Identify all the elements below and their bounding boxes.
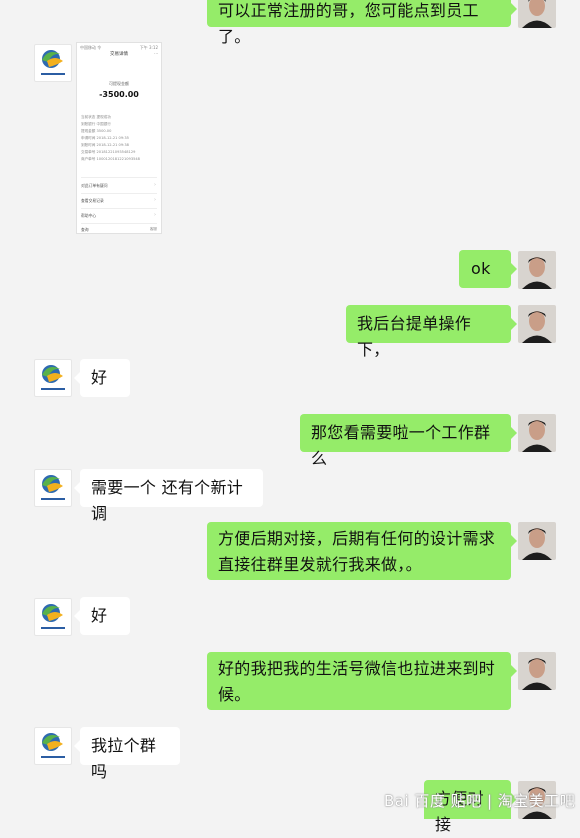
screenshot-title: 交易详情 <box>110 52 128 57</box>
divider <box>81 177 157 178</box>
user-avatar[interactable] <box>518 652 556 690</box>
message-bubble[interactable]: 可以正常注册的哥，您可能点到员工了。 <box>207 0 517 46</box>
contact-avatar[interactable] <box>34 727 72 765</box>
divider <box>81 223 157 224</box>
detail-row: 提现金额 3500.00 <box>81 129 112 133</box>
detail-row: 申请时间 2018-12-21 09:35 <box>81 136 129 140</box>
user-avatar[interactable] <box>518 522 556 560</box>
message-bubble[interactable]: 那您看需要啦一个工作群么 <box>300 414 517 468</box>
link-row: 对此订单有疑问 <box>81 183 108 188</box>
user-avatar[interactable] <box>518 305 556 343</box>
user-avatar[interactable] <box>518 0 556 28</box>
divider <box>81 193 157 194</box>
detail-row: 当前状态 提现成功 <box>81 115 111 119</box>
contact-avatar[interactable] <box>34 359 72 397</box>
divider <box>81 208 157 209</box>
contact-avatar[interactable] <box>34 598 72 636</box>
message-bubble[interactable]: 方便后期对接，后期有任何的设计需求直接往群里发就行我来做，。 <box>207 522 517 580</box>
footer-left: 查询 <box>81 227 89 232</box>
contact-avatar[interactable] <box>34 469 72 507</box>
message-bubble[interactable]: 好的我把我的生活号微信也拉进来到时候。 <box>207 652 517 710</box>
chat-window: 可以正常注册的哥，您可能点到员工了。 中国移动 令 下午 3:12 交易详情 ·… <box>0 0 580 834</box>
message-bubble[interactable]: 我后台提单操作下， <box>346 305 517 359</box>
footer-right: 客服 <box>149 227 157 231</box>
message-bubble[interactable]: 好 <box>74 359 130 397</box>
more-icon: ··· <box>154 51 158 56</box>
user-avatar[interactable] <box>518 414 556 452</box>
user-avatar[interactable] <box>518 251 556 289</box>
amount-label: 可提现金额 <box>109 81 129 86</box>
screenshot-subtitle <box>77 69 161 74</box>
chevron-right-icon: › <box>154 212 156 218</box>
watermark-text: Bai 百度 贴吧 | 淘宝美工吧 <box>384 792 576 810</box>
chevron-right-icon: › <box>154 182 156 188</box>
message-bubble[interactable]: 好 <box>74 597 130 635</box>
detail-row: 到账时间 2018-12-21 09:38 <box>81 143 129 147</box>
shared-screenshot-image[interactable]: 中国移动 令 下午 3:12 交易详情 ··· 可提现金额 -3500.00 当… <box>76 42 162 234</box>
amount-value: -3500.00 <box>99 90 139 99</box>
detail-row: 商户单号 1000120181221093548 <box>81 157 140 161</box>
link-row: 帮助中心 <box>81 213 97 218</box>
contact-avatar[interactable] <box>34 44 72 82</box>
link-row: 查看交易记录 <box>81 198 104 203</box>
detail-row: 到账银行 中国银行 <box>81 122 111 126</box>
message-bubble[interactable]: 需要一个 还有个新计调 <box>74 469 263 523</box>
message-bubble[interactable]: 我拉个群吗 <box>74 727 180 781</box>
detail-row: 交易单号 20181221093548129 <box>81 150 136 154</box>
message-bubble[interactable]: ok <box>459 250 517 288</box>
chevron-right-icon: › <box>154 197 156 203</box>
